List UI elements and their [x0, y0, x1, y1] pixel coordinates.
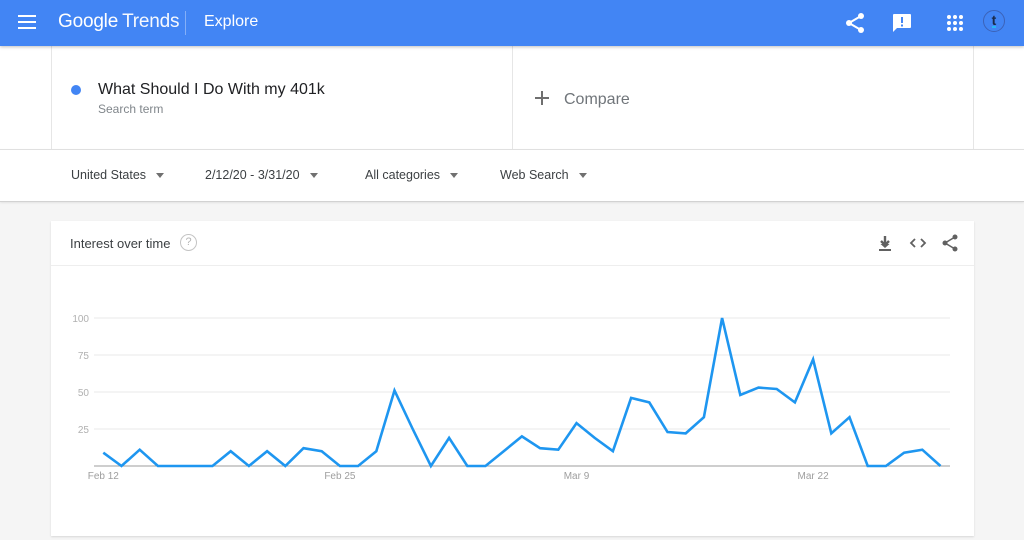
search-type-filter-label: Web Search: [500, 168, 569, 182]
google-trends-logo[interactable]: Google Trends: [58, 11, 180, 33]
help-icon[interactable]: ?: [180, 234, 197, 251]
search-terms-bar: What Should I Do With my 401k Search ter…: [0, 46, 1024, 149]
header-divider: [185, 11, 186, 35]
geo-filter-dropdown[interactable]: United States: [71, 168, 165, 182]
interest-over-time-card: Interest over time ? 25 50 75 100 Feb 12 Feb…: [51, 221, 974, 536]
search-term-box[interactable]: What Should I Do With my 401k Search ter…: [51, 46, 512, 149]
top-app-bar: Google Trends Explore t: [0, 0, 1024, 46]
chart-x-axis: Feb 12 Feb 25 Mar 9 Mar 22: [88, 471, 829, 482]
search-term-sublabel: Search term: [98, 102, 164, 116]
account-avatar[interactable]: t: [983, 10, 1005, 32]
interest-line-chart: 25 50 75 100 Feb 12 Feb 25 Mar 9 Mar 22: [72, 314, 950, 482]
search-type-filter-dropdown[interactable]: Web Search: [500, 168, 587, 182]
share-icon[interactable]: [940, 233, 960, 253]
caret-down-icon: [156, 172, 165, 178]
category-filter-dropdown[interactable]: All categories: [365, 168, 459, 182]
logo-google-text: Google: [58, 11, 119, 32]
category-filter-label: All categories: [365, 168, 441, 182]
share-icon[interactable]: [843, 11, 867, 35]
compare-button[interactable]: Compare: [512, 46, 974, 149]
caret-down-icon: [450, 172, 459, 178]
embed-icon[interactable]: [908, 233, 928, 253]
card-title: Interest over time: [70, 236, 171, 251]
x-tick-label: Feb 12: [88, 471, 120, 482]
apps-icon[interactable]: [943, 11, 967, 35]
x-tick-label: Mar 22: [798, 471, 830, 482]
x-tick-label: Feb 25: [324, 471, 356, 482]
caret-down-icon: [309, 172, 318, 178]
term-color-dot: [71, 85, 81, 95]
compare-label: Compare: [564, 91, 630, 108]
menu-icon[interactable]: [18, 15, 36, 29]
plus-icon: [535, 91, 549, 105]
y-tick-label: 25: [78, 425, 90, 436]
x-tick-label: Mar 9: [564, 471, 590, 482]
geo-filter-label: United States: [71, 168, 147, 182]
filter-bar: United States 2/12/20 - 3/31/20 All cate…: [0, 149, 1024, 202]
download-icon[interactable]: [875, 233, 895, 253]
page-title: Explore: [204, 13, 259, 30]
y-tick-label: 100: [72, 314, 89, 325]
caret-down-icon: [578, 172, 587, 178]
date-filter-label: 2/12/20 - 3/31/20: [205, 168, 300, 182]
chart-y-axis: 25 50 75 100: [72, 314, 89, 436]
y-tick-label: 75: [78, 351, 90, 362]
date-filter-dropdown[interactable]: 2/12/20 - 3/31/20: [205, 168, 318, 182]
y-tick-label: 50: [78, 388, 90, 399]
feedback-icon[interactable]: [890, 11, 914, 35]
search-term-input[interactable]: What Should I Do With my 401k: [98, 81, 325, 99]
logo-trends-text: Trends: [122, 11, 180, 32]
